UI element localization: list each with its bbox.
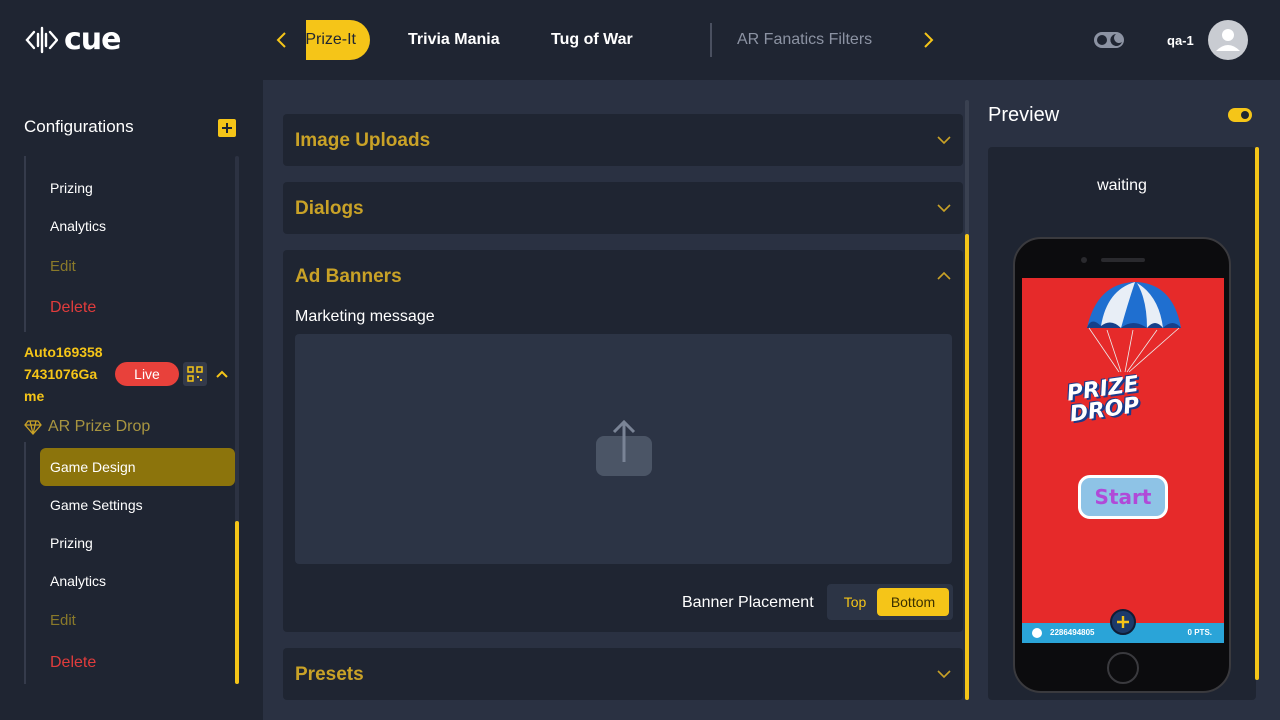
tab-trivia-mania[interactable]: Trivia Mania	[408, 20, 500, 60]
content-scrollbar[interactable]	[965, 234, 969, 700]
sidebar-item-prizing[interactable]: Prizing	[50, 180, 93, 196]
game-name-line: me	[24, 388, 45, 404]
game-type-label: AR Prize Drop	[48, 418, 151, 435]
add-configuration-button[interactable]	[218, 119, 236, 137]
sidebar: Configurations Prizing Analytics Edit De…	[0, 80, 263, 720]
qr-code-icon	[187, 366, 203, 382]
phone-camera	[1081, 257, 1087, 263]
tabs-next-arrow-icon[interactable]	[918, 28, 938, 52]
logo-mark-icon	[25, 26, 58, 53]
phone-home-button	[1107, 652, 1139, 684]
chevron-down-icon[interactable]	[937, 135, 951, 145]
configurations-title: Configurations	[24, 117, 134, 136]
sidebar-item-edit[interactable]: Edit	[50, 612, 76, 629]
qr-code-button[interactable]	[183, 362, 207, 386]
game-name-line: Auto169358	[24, 344, 103, 360]
upload-icon	[596, 419, 652, 476]
marketing-message-dropzone[interactable]	[295, 334, 952, 564]
chevron-up-icon[interactable]	[937, 271, 951, 281]
info-icon[interactable]	[1032, 628, 1042, 638]
sidebar-item-delete[interactable]: Delete	[50, 299, 96, 317]
tabs-divider	[710, 23, 712, 57]
phone-screen: PRIZE DROP Start 2286494805 0 PTS.	[1022, 278, 1224, 643]
user-name[interactable]: qa-1	[1167, 33, 1194, 48]
sidebar-item-prizing[interactable]: Prizing	[50, 535, 93, 551]
game-name-line: 7431076Ga	[24, 366, 98, 382]
tree-line	[24, 156, 26, 332]
sidebar-scrollbar[interactable]	[235, 521, 239, 684]
top-bar: cue Prize-It Trivia Mania Tug of War AR …	[0, 0, 1280, 80]
live-status-badge: Live	[115, 362, 179, 386]
start-button[interactable]: Start	[1078, 475, 1168, 519]
tree-line	[24, 442, 26, 684]
add-button[interactable]	[1110, 609, 1136, 635]
tab-prize-it[interactable]: Prize-It	[306, 20, 370, 60]
phone-speaker	[1101, 258, 1145, 262]
logo[interactable]: cue	[24, 22, 121, 57]
diamond-icon	[24, 420, 42, 435]
sidebar-item-analytics[interactable]: Analytics	[50, 218, 106, 234]
sidebar-item-game-design[interactable]: Game Design	[40, 448, 235, 486]
tab-ar-fanatics-filters[interactable]: AR Fanatics Filters	[737, 20, 872, 60]
chevron-up-icon[interactable]	[214, 366, 230, 382]
panel-title: Ad Banners	[295, 266, 402, 287]
preview-status: waiting	[1097, 177, 1147, 194]
preview-panel: waiting PRIZE DROP Start 2286494805 0 PT…	[988, 147, 1256, 700]
parachute-icon	[1087, 282, 1181, 373]
sidebar-item-game-settings[interactable]: Game Settings	[50, 497, 143, 513]
plus-icon	[1117, 616, 1129, 628]
panel-dialogs[interactable]: Dialogs	[283, 182, 963, 234]
logo-text: cue	[64, 22, 121, 57]
panel-title: Dialogs	[295, 198, 364, 219]
chevron-down-icon[interactable]	[937, 203, 951, 213]
user-avatar-icon	[1216, 29, 1240, 51]
game-type: AR Prize Drop	[24, 418, 150, 436]
game-name[interactable]: Auto169358 7431076Ga me	[24, 341, 114, 407]
placement-top-option[interactable]: Top	[835, 588, 875, 616]
sidebar-item-label: Game Design	[50, 459, 136, 475]
panel-presets[interactable]: Presets	[283, 648, 963, 700]
placement-bottom-option[interactable]: Bottom	[877, 588, 949, 616]
banner-placement-toggle: Top Bottom	[827, 584, 953, 620]
points-display: 0 PTS.	[1187, 628, 1212, 637]
tabs-prev-arrow-icon[interactable]	[272, 28, 292, 52]
theme-toggle-icon[interactable]	[1094, 30, 1124, 50]
preview-title: Preview	[988, 104, 1060, 126]
plus-icon	[222, 123, 232, 133]
user-id: 2286494805	[1050, 628, 1095, 637]
phone-mockup: PRIZE DROP Start 2286494805 0 PTS.	[1013, 237, 1231, 693]
chevron-down-icon[interactable]	[937, 669, 951, 679]
sidebar-item-edit[interactable]: Edit	[50, 258, 76, 275]
avatar[interactable]	[1208, 20, 1248, 60]
preview-toggle[interactable]	[1228, 108, 1252, 122]
panel-image-uploads[interactable]: Image Uploads	[283, 114, 963, 166]
panel-title: Presets	[295, 664, 364, 685]
game-tabs: Prize-It Trivia Mania Tug of War AR Fana…	[306, 20, 896, 60]
tab-tug-of-war[interactable]: Tug of War	[551, 20, 633, 60]
sidebar-item-analytics[interactable]: Analytics	[50, 573, 106, 589]
banner-placement-label: Banner Placement	[682, 594, 814, 611]
panel-ad-banners: Ad Banners Marketing message Banner Plac…	[283, 250, 963, 632]
sidebar-item-delete[interactable]: Delete	[50, 654, 96, 672]
main-content: Image Uploads Dialogs Ad Banners Marketi…	[263, 80, 1280, 720]
marketing-message-label: Marketing message	[295, 308, 435, 325]
preview-scrollbar[interactable]	[1255, 147, 1259, 680]
panel-title: Image Uploads	[295, 130, 431, 151]
